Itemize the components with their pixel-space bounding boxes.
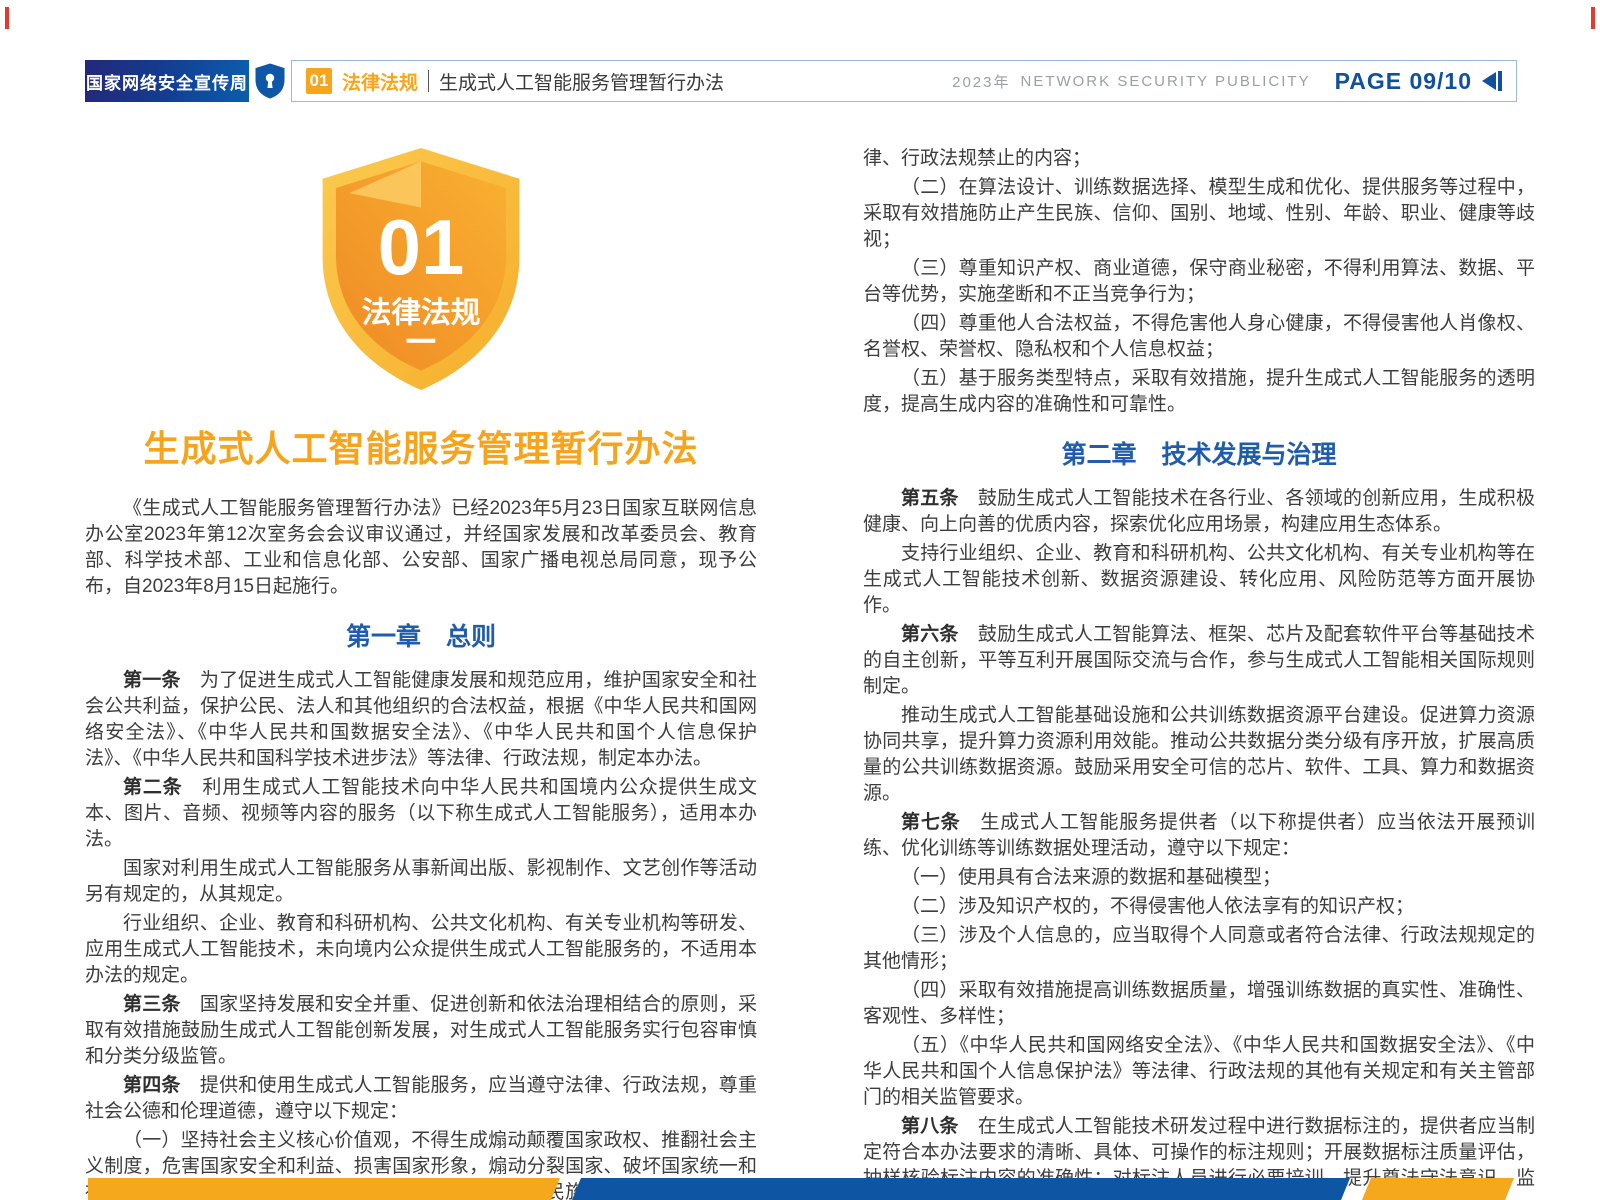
header-strip: 01 法律法规 生成式人工智能服务管理暂行办法 2023年 NETWORK SE… xyxy=(291,60,1517,102)
paragraph: 第七条 生成式人工智能服务提供者（以下称提供者）应当依法开展预训练、优化训练等训… xyxy=(863,810,1535,862)
badge-dash xyxy=(407,339,436,343)
badge-number: 01 xyxy=(378,203,465,291)
crop-mark-right xyxy=(1591,7,1595,29)
article-number: 第六条 xyxy=(901,624,959,645)
crop-mark-left xyxy=(5,7,9,29)
left-text-blocks: 《生成式人工智能服务管理暂行办法》已经2023年5月23日国家互联网信息办公室2… xyxy=(85,496,757,1200)
chapter-shield-badge: 01 法律法规 xyxy=(85,146,757,392)
brand-banner: 国家网络安全宣传周 xyxy=(85,60,249,102)
right-text-blocks: 律、行政法规禁止的内容； （二）在算法设计、训练数据选择、模型生成和优化、提供服务… xyxy=(863,146,1535,1200)
document-title: 生成式人工智能服务管理暂行办法 xyxy=(85,426,757,472)
paragraph: （四）采取有效措施提高训练数据质量，增强训练数据的真实性、准确性、客观性、多样性… xyxy=(863,978,1535,1030)
section-number-badge: 01 xyxy=(306,68,332,94)
page-nav-back-icon xyxy=(1482,71,1502,91)
article-number: 第二条 xyxy=(123,777,183,798)
paragraph: 第一条 为了促进生成式人工智能健康发展和规范应用，维护国家安全和社会公共利益，保… xyxy=(85,668,757,772)
paragraph: 第五条 鼓励生成式人工智能技术在各行业、各领域的创新应用，生成积极健康、向上向善… xyxy=(863,486,1535,538)
badge-label: 法律法规 xyxy=(362,296,481,329)
article-number: 第三条 xyxy=(123,994,181,1015)
article-number: 第八条 xyxy=(901,1116,959,1137)
article-number: 第一条 xyxy=(123,670,181,691)
footer-bar xyxy=(0,1178,1600,1200)
paragraph: （四）尊重他人合法权益，不得危害他人身心健康，不得侵害他人肖像权、名誉权、荣誉权… xyxy=(863,311,1535,363)
paragraph: （二）涉及知识产权的，不得侵害他人依法享有的知识产权； xyxy=(863,894,1535,920)
paragraph: 第二条 利用生成式人工智能技术向中华人民共和国境内公众提供生成文本、图片、音频、… xyxy=(85,775,757,853)
paragraph: 推动生成式人工智能基础设施和公共训练数据资源平台建设。促进算力资源协同共享，提升… xyxy=(863,703,1535,807)
paragraph: 《生成式人工智能服务管理暂行办法》已经2023年5月23日国家互联网信息办公室2… xyxy=(85,496,757,600)
paragraph: （三）涉及个人信息的，应当取得个人同意或者符合法律、行政法规规定的其他情形； xyxy=(863,923,1535,975)
header-divider xyxy=(428,70,429,92)
back-triangle-icon xyxy=(1482,72,1496,90)
footer-segment-blue xyxy=(572,1178,1350,1200)
paragraph: （五）基于服务类型特点，采取有效措施，提升生成式人工智能服务的透明度，提高生成内… xyxy=(863,366,1535,418)
paragraph: 第六条 鼓励生成式人工智能算法、框架、芯片及配套软件平台等基础技术的自主创新，平… xyxy=(863,622,1535,700)
header-doc-title: 生成式人工智能服务管理暂行办法 xyxy=(439,68,724,95)
paragraph: 支持行业组织、企业、教育和科研机构、公共文化机构、有关专业机构等在生成式人工智能… xyxy=(863,541,1535,619)
paragraph: 第三条 国家坚持发展和安全并重、促进创新和依法治理相结合的原则，采取有效措施鼓励… xyxy=(85,992,757,1070)
header-year: 2023年 xyxy=(952,71,1010,92)
article-number: 第四条 xyxy=(123,1075,181,1096)
paragraph: （五）《中华人民共和国网络安全法》、《中华人民共和国数据安全法》、《中华人民共和… xyxy=(863,1033,1535,1111)
footer-segment-yellow-right xyxy=(1362,1178,1514,1200)
page-number-label: PAGE 09/10 xyxy=(1335,68,1472,95)
right-column: 律、行政法规禁止的内容； （二）在算法设计、训练数据选择、模型生成和优化、提供服务… xyxy=(863,146,1535,1200)
brand-label: 国家网络安全宣传周 xyxy=(86,69,248,94)
paragraph: （三）尊重知识产权、商业道德，保守商业秘密，不得利用算法、数据、平台等优势，实施… xyxy=(863,256,1535,308)
lock-shield-icon xyxy=(249,60,291,102)
paragraph: （一）使用具有合法来源的数据和基础模型； xyxy=(863,865,1535,891)
page-header: 国家网络安全宣传周 01 法律法规 生成式人工智能服务管理暂行办法 2023年 … xyxy=(85,60,1517,102)
paragraph: 第四条 提供和使用生成式人工智能服务，应当遵守法律、行政法规，尊重社会公德和伦理… xyxy=(85,1073,757,1125)
footer-segment-yellow-left xyxy=(88,1178,560,1200)
back-bar-icon xyxy=(1498,71,1502,91)
paragraph: 国家对利用生成式人工智能服务从事新闻出版、影视制作、文艺创作等活动另有规定的，从… xyxy=(85,856,757,908)
left-column: 01 法律法规 生成式人工智能服务管理暂行办法 《生成式人工智能服务管理暂行办法… xyxy=(85,146,757,1200)
paragraph: 律、行政法规禁止的内容； xyxy=(863,146,1535,172)
chapter-heading: 第一章 总则 xyxy=(85,622,757,652)
section-label: 法律法规 xyxy=(342,68,418,95)
article-number: 第七条 xyxy=(901,812,961,833)
paragraph: 行业组织、企业、教育和科研机构、公共文化机构、有关专业机构等研发、应用生成式人工… xyxy=(85,911,757,989)
article-number: 第五条 xyxy=(901,488,959,509)
header-subtitle-en: NETWORK SECURITY PUBLICITY xyxy=(1020,73,1310,90)
document-page: 国家网络安全宣传周 01 法律法规 生成式人工智能服务管理暂行办法 2023年 … xyxy=(0,0,1600,1200)
paragraph: （二）在算法设计、训练数据选择、模型生成和优化、提供服务等过程中，采取有效措施防… xyxy=(863,175,1535,253)
chapter-heading: 第二章 技术发展与治理 xyxy=(863,440,1535,470)
